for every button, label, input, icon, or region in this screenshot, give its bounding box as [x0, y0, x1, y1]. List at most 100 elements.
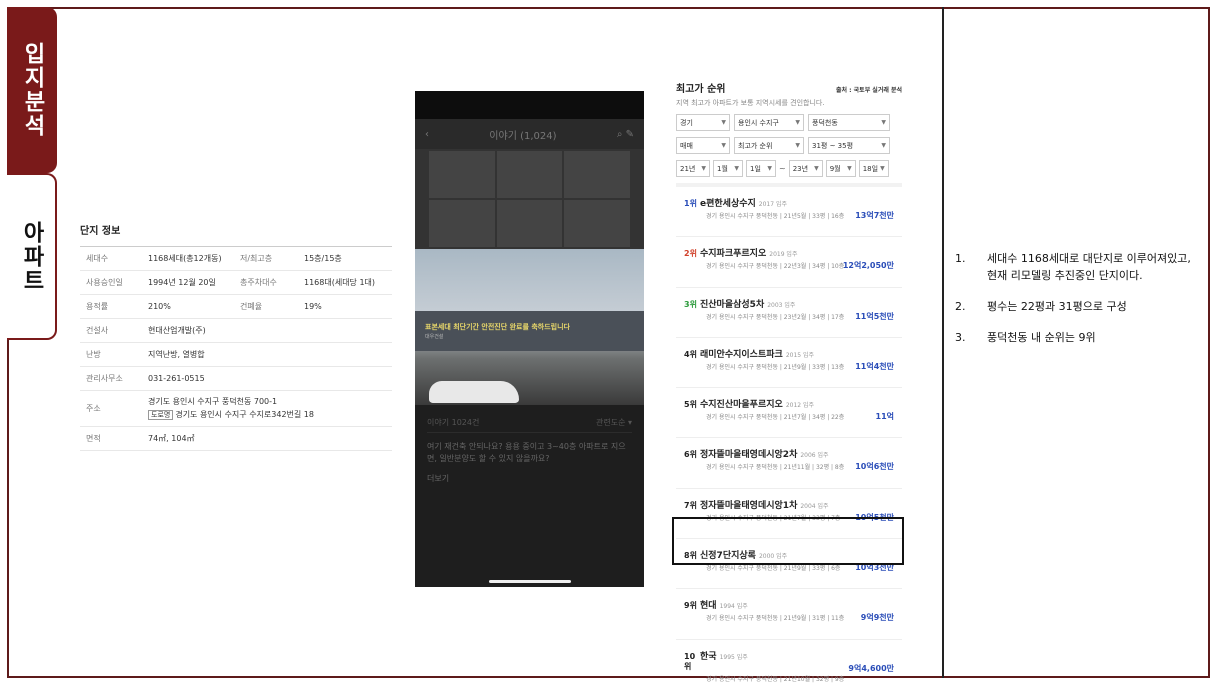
apartment-price: 11억4천만 — [855, 361, 894, 371]
list-item[interactable]: 6위 정자뜰마을태영데시앙2차 2006 입주 경기 용인시 수지구 풍덕천동 | 2… — [676, 447, 902, 489]
tab-location-analysis[interactable]: 입지분석 — [7, 7, 57, 173]
rank-number: 7위 — [684, 500, 697, 510]
ranking-source: 출처 : 국토부 실거래 분석 — [836, 87, 902, 94]
ranking-list: 1위 e편한세상수지 2017 입주 경기 용인시 수지구 풍덕천동 | 21년5월 … — [676, 183, 902, 684]
dong-select[interactable]: 풍덕천동 ▼ — [808, 114, 890, 131]
start-day-select[interactable]: 1일 ▼ — [746, 160, 776, 177]
rank-number: 2위 — [684, 249, 697, 259]
chevron-down-icon: ▼ — [701, 165, 706, 172]
chevron-down-icon: ▼ — [795, 119, 800, 126]
complex-info-title: 단지 정보 — [80, 222, 392, 247]
thumbnail[interactable] — [429, 151, 495, 198]
price-ranking-panel: 최고가 순위 출처 : 국토부 실거래 분석 지역 최고가 아파트가 보통 지역… — [676, 80, 902, 684]
move-in-year: 2003 입주 — [767, 301, 796, 309]
apartment-name: 래미안수지이스트파크 — [700, 349, 783, 360]
chevron-down-icon: ▼ — [814, 165, 819, 172]
apartment-price: 9억9천만 — [860, 613, 894, 623]
chevron-down-icon: ▼ — [881, 119, 886, 126]
ranking-description: 지역 최고가 아파트가 보통 지역시세를 견인합니다. — [676, 99, 825, 107]
post-text[interactable]: 여기 재건축 안되나요? 용용 중이고 3~40층 아파트로 지으면, 일반분양… — [427, 441, 632, 465]
move-in-year: 2004 입주 — [800, 502, 829, 510]
phone-header: ‹ 이야기 (1,024) ⌕ ✎ — [415, 119, 644, 149]
story-count: 이야기 1024건 — [427, 418, 480, 427]
photo-banner: 표본세대 최단기간 안전진단 완료를 축하드립니다 대우건설 — [415, 311, 644, 351]
list-item[interactable]: 5위 수지진산마을푸르지오 2012 입주 경기 용인시 수지구 풍덕천동 | 21년… — [676, 397, 902, 439]
tab-apartment[interactable]: 아파트 — [7, 173, 57, 340]
apartment-name: 정자뜰마을태영데시앙2차 — [700, 450, 798, 461]
thumbnail[interactable] — [564, 151, 630, 198]
city-select[interactable]: 용인시 수지구 ▼ — [734, 114, 804, 131]
end-day-select[interactable]: 18일 ▼ — [858, 160, 889, 177]
end-year-select[interactable]: 23년 ▼ — [788, 160, 823, 177]
move-in-year: 1994 입주 — [719, 603, 748, 611]
table-row: 주소 경기도 용인시 수지구 풍덕천동 700-1 도로명 경기도 용인시 수지구… — [80, 391, 392, 427]
sort-select[interactable]: 최고가 순위 ▼ — [734, 137, 804, 154]
tab-label: 입지분석 — [20, 42, 45, 138]
chevron-down-icon: ▼ — [795, 142, 800, 149]
move-in-year: 2019 입주 — [769, 251, 798, 259]
start-month-select[interactable]: 1월 ▼ — [713, 160, 743, 177]
trade-type-select[interactable]: 매매 ▼ — [676, 137, 730, 154]
road-name-tag: 도로명 — [148, 410, 174, 420]
status-bar — [415, 91, 644, 119]
rank-number: 4위 — [684, 349, 697, 359]
rank-number: 1위 — [684, 199, 697, 208]
banner-text: 표본세대 최단기간 안전진단 완료를 축하드립니다 — [425, 323, 570, 331]
end-month-select[interactable]: 9월 ▼ — [825, 160, 856, 177]
table-row: 관리사무소 031-261-0515 — [80, 367, 392, 391]
apartment-price: 13억7천만 — [855, 211, 894, 220]
list-item[interactable]: 2위 수지파크푸르지오 2019 입주 경기 용인시 수지구 풍덕천동 | 22년3월… — [676, 246, 902, 288]
rank-number: 9위 — [684, 601, 697, 611]
chevron-down-icon: ▼ — [880, 165, 885, 172]
story-list: 이야기 1024건 관련도순 ▾ 여기 재건축 안되나요? 용용 중이고 3~4… — [415, 405, 644, 587]
table-row: 사용승인일 1994년 12월 20일 총주차대수 1168대(세대당 1대) — [80, 271, 392, 295]
chevron-down-icon: ▼ — [767, 165, 772, 172]
home-indicator — [489, 580, 571, 583]
table-row: 세대수 1168세대(총12개동) 저/최고층 15층/15층 — [80, 247, 392, 271]
list-item[interactable]: 1위 e편한세상수지 2017 입주 경기 용인시 수지구 풍덕천동 | 21년5월 … — [676, 196, 902, 238]
thumbnail[interactable] — [564, 200, 630, 247]
back-icon[interactable]: ‹ — [425, 129, 429, 140]
table-row: 면적 74㎡, 104㎡ — [80, 427, 392, 451]
thumbnail[interactable] — [496, 200, 563, 247]
start-year-select[interactable]: 21년 ▼ — [676, 160, 710, 177]
rank-number: 3위 — [684, 299, 697, 309]
phone-screenshot: ‹ 이야기 (1,024) ⌕ ✎ 표본세대 최단기간 안전진단 완료를 축하드… — [415, 91, 644, 587]
chevron-down-icon: ▼ — [721, 142, 726, 149]
address-road: 경기도 용인시 수지구 수지로342번길 18 — [175, 410, 314, 419]
complex-info-table: 단지 정보 세대수 1168세대(총12개동) 저/최고층 15층/15층 사용… — [80, 222, 392, 451]
thumbnail[interactable] — [429, 200, 495, 247]
apartment-name: 수지파크푸르지오 — [700, 249, 767, 260]
note-item: 2. 평수는 22평과 31평으로 구성 — [955, 300, 1127, 313]
apartment-name: 현대 — [700, 601, 717, 612]
list-item[interactable]: 4위 래미안수지이스트파크 2015 입주 경기 용인시 수지구 풍덕천동 | 21년… — [676, 347, 902, 389]
table-row: 용적률 210% 건폐율 19% — [80, 295, 392, 319]
rank-number: 10위 — [684, 651, 696, 671]
apartment-name: e편한세상수지 — [700, 199, 756, 209]
apartment-price: 11억5천만 — [855, 311, 894, 321]
thumbnail[interactable] — [496, 151, 563, 198]
province-select[interactable]: 경기 ▼ — [676, 114, 730, 131]
list-item[interactable]: 3위 진산마을삼성5차 2003 입주 경기 용인시 수지구 풍덕천동 | 23년2월… — [676, 297, 902, 338]
apartment-price: 9억4,600만 — [848, 663, 894, 673]
banner-brand: 대우건설 — [425, 334, 444, 340]
size-select[interactable]: 31평 ~ 35평 ▼ — [808, 137, 890, 154]
tab-label: 아파트 — [19, 220, 44, 293]
sort-dropdown[interactable]: 관련도순 ▾ — [596, 417, 632, 428]
list-item[interactable]: 9위 현대 1994 입주 경기 용인시 수지구 풍덕천동 | 21년9월 | 31평… — [676, 598, 902, 640]
chevron-down-icon: ▼ — [847, 165, 852, 172]
move-in-year: 2012 입주 — [785, 402, 815, 410]
note-item: 1. 세대수 1168세대로 대단지로 이루어져있고, 현재 리모델링 추진중인… — [955, 252, 1191, 282]
more-link[interactable]: 더보기 — [427, 473, 632, 485]
apartment-details: 경기 용인시 수지구 풍덕천동 | 21년7월 | 34평 | 22층 — [706, 414, 845, 422]
apartment-name: 한국 — [700, 651, 717, 662]
search-icon[interactable]: ⌕ ✎ — [617, 129, 634, 140]
apartment-name: 진산마을삼성5차 — [700, 299, 765, 310]
expanded-photo[interactable]: 표본세대 최단기간 안전진단 완료를 축하드립니다 대우건설 — [415, 249, 644, 405]
apartment-details: 경기 용인시 수지구 풍덕천동 | 21년10월 | 32평 | 9층 — [706, 675, 845, 683]
table-row: 난방 지역난방, 열병합 — [80, 343, 392, 367]
car-shape — [429, 381, 519, 403]
list-item[interactable]: 10위 한국 1995 입주 경기 용인시 수지구 풍덕천동 | 21년10월 | 3… — [676, 649, 902, 684]
chevron-down-icon: ▼ — [881, 142, 886, 149]
photo-thumbnails — [415, 149, 644, 249]
